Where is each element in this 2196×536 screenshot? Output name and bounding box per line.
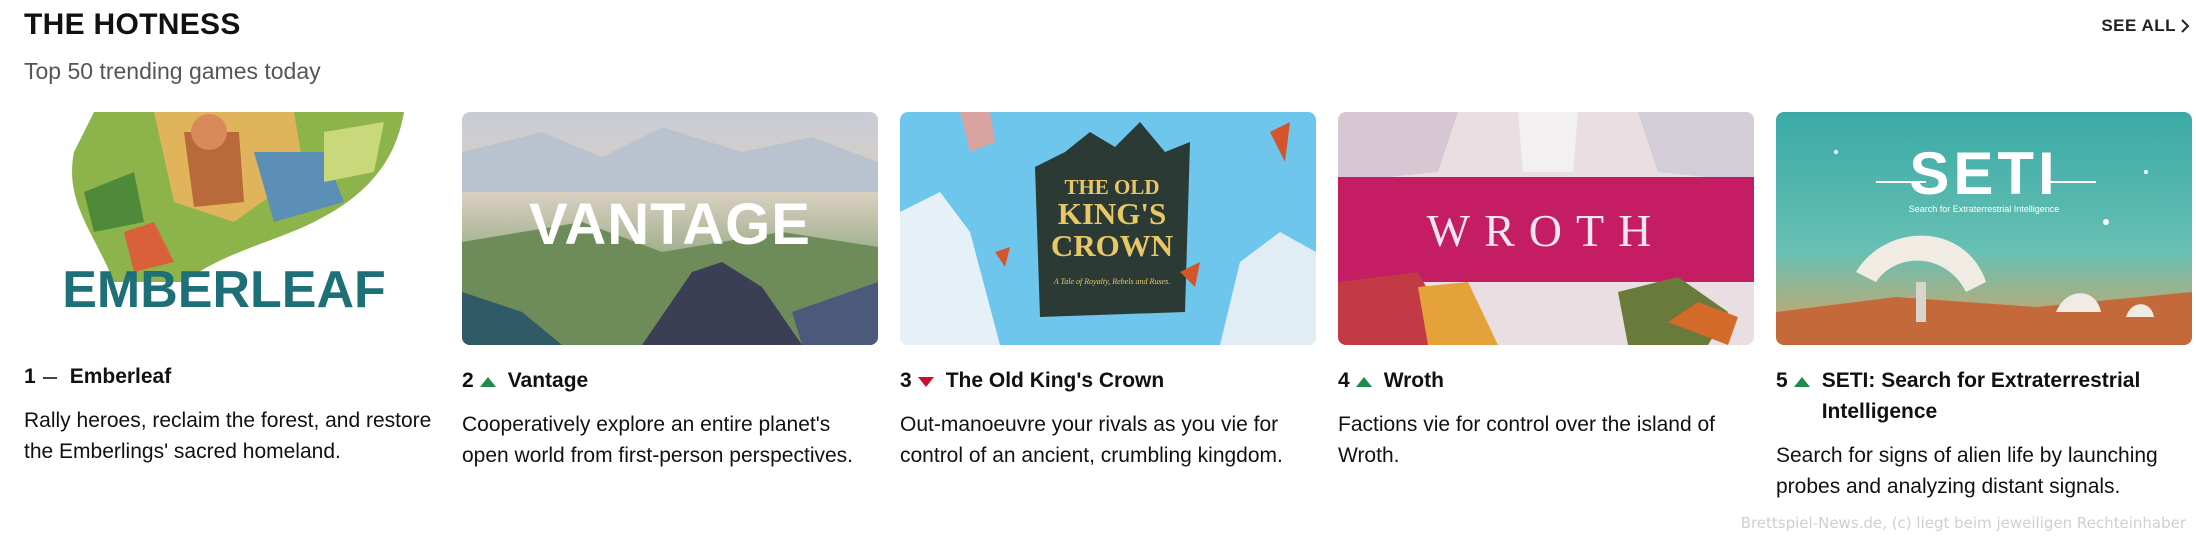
old-kings-crown-artwork: THE OLD KING'S CROWN A Tale of Royalty, …	[900, 112, 1316, 345]
game-title-link[interactable]: SETI: Search for Extraterrestrial Intell…	[1822, 365, 2192, 427]
section-subtitle: Top 50 trending games today	[24, 58, 321, 84]
okc-logo-line3: CROWN	[1051, 228, 1173, 263]
rank-number: 1	[24, 365, 36, 388]
game-thumbnail-old-kings-crown[interactable]: THE OLD KING'S CROWN A Tale of Royalty, …	[900, 112, 1316, 345]
wroth-artwork: WROTH	[1338, 112, 1754, 345]
trend-down-icon	[917, 365, 934, 387]
trend-up-icon	[479, 365, 496, 387]
wroth-logo: WROTH	[1427, 205, 1666, 256]
game-title-link[interactable]: Vantage	[508, 365, 878, 396]
rank-number: 4	[1338, 369, 1350, 392]
game-card[interactable]: WROTH 4 Wroth Factions vie for control o…	[1338, 112, 1754, 471]
okc-logo-line2: KING'S	[1058, 196, 1167, 231]
game-title-link[interactable]: Wroth	[1384, 365, 1754, 396]
game-title-link[interactable]: Emberleaf	[70, 361, 440, 392]
game-description: Search for signs of alien life by launch…	[1776, 444, 2158, 498]
seti-logo-subtext: Search for Extraterrestrial Intelligence	[1909, 204, 2060, 214]
game-card[interactable]: EMBERLEAF 1 Emberleaf Rally heroes, recl…	[24, 112, 440, 467]
game-rank-row: 1 Emberleaf	[24, 361, 440, 392]
game-card[interactable]: VANTAGE 2 Vantage Cooperatively explore …	[462, 112, 878, 471]
game-description: Factions vie for control over the island…	[1338, 413, 1716, 467]
section-header: THE HOTNESS Top 50 trending games today	[24, 6, 321, 85]
game-card[interactable]: THE OLD KING'S CROWN A Tale of Royalty, …	[900, 112, 1316, 471]
section-title: THE HOTNESS	[24, 8, 241, 41]
watermark: Brettspiel-News.de, (c) liegt beim jewei…	[1740, 514, 2186, 532]
game-rank-row: 4 Wroth	[1338, 365, 1754, 396]
game-description: Rally heroes, reclaim the forest, and re…	[24, 409, 432, 463]
chevron-right-icon	[2181, 19, 2190, 33]
seti-artwork: SETI Search for Extraterrestrial Intelli…	[1776, 112, 2192, 345]
okc-logo-subtext: A Tale of Royalty, Rebels and Ruses.	[1053, 277, 1170, 286]
trend-up-icon	[1793, 365, 1810, 387]
game-card[interactable]: SETI Search for Extraterrestrial Intelli…	[1776, 112, 2192, 502]
game-thumbnail-seti[interactable]: SETI Search for Extraterrestrial Intelli…	[1776, 112, 2192, 345]
game-rank-row: 2 Vantage	[462, 365, 878, 396]
game-title-link[interactable]: The Old King's Crown	[946, 365, 1316, 396]
game-thumbnail-vantage[interactable]: VANTAGE	[462, 112, 878, 345]
game-description: Out-manoeuvre your rivals as you vie for…	[900, 413, 1283, 467]
vantage-logo: VANTAGE	[529, 192, 811, 257]
emberleaf-artwork: EMBERLEAF	[24, 112, 440, 345]
game-description: Cooperatively explore an entire planet's…	[462, 413, 853, 467]
emberleaf-logo: EMBERLEAF	[62, 261, 386, 319]
game-rank-row: 3 The Old King's Crown	[900, 365, 1316, 396]
game-thumbnail-wroth[interactable]: WROTH	[1338, 112, 1754, 345]
see-all-label: SEE ALL	[2101, 16, 2176, 35]
trend-up-icon	[1355, 365, 1372, 387]
rank-number: 3	[900, 369, 912, 392]
trend-unchanged-icon	[42, 361, 58, 383]
game-thumbnail-emberleaf[interactable]: EMBERLEAF	[24, 112, 440, 345]
see-all-link[interactable]: SEE ALL	[2101, 16, 2190, 36]
rank-number: 5	[1776, 369, 1788, 392]
game-rank-row: 5 SETI: Search for Extraterrestrial Inte…	[1776, 365, 2192, 427]
rank-number: 2	[462, 369, 474, 392]
vantage-artwork: VANTAGE	[462, 112, 878, 345]
seti-logo: SETI	[1909, 140, 2058, 207]
